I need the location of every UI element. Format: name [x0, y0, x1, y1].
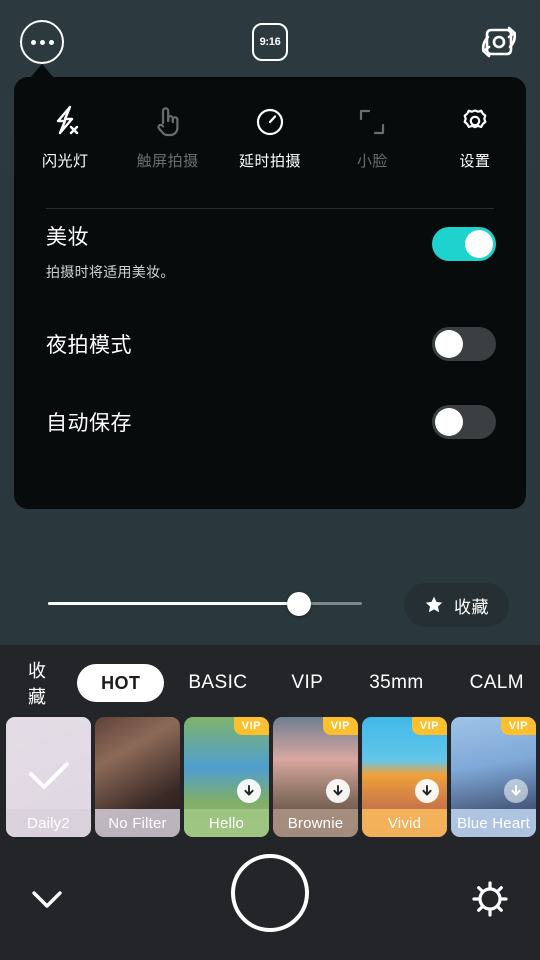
gear-icon[interactable]	[468, 877, 512, 921]
filter-name: Daily2	[6, 809, 91, 837]
download-icon[interactable]	[504, 779, 528, 803]
vip-badge: VIP	[322, 717, 358, 735]
tool-label: 触屏拍摄	[136, 153, 199, 170]
filter-name: No Filter	[95, 809, 180, 837]
tool-label: 设置	[459, 153, 491, 170]
top-bar: 9:16	[0, 0, 540, 84]
gear-icon	[456, 101, 494, 139]
favorites-label: 收藏	[454, 597, 489, 617]
shutter-button[interactable]	[231, 854, 309, 932]
filter-tile[interactable]: VIP Brownie	[273, 717, 358, 837]
flash-off-icon	[46, 101, 84, 139]
filter-name: Blue Heart	[451, 809, 536, 837]
filter-tile[interactable]: Daily2	[6, 717, 91, 837]
setting-title: 夜拍模式	[46, 334, 132, 357]
intensity-slider[interactable]	[48, 602, 362, 605]
setting-title: 自动保存	[46, 412, 132, 435]
tool-label: 延时拍摄	[239, 153, 302, 170]
filter-category-basic[interactable]: BASIC	[172, 664, 263, 702]
slider-handle[interactable]	[287, 592, 311, 616]
setting-row-autosave[interactable]: 自动保存	[14, 405, 526, 491]
filter-strip[interactable]: Daily2 No Filter VIP Hello VIP Brownie V…	[0, 717, 540, 837]
beauty-toggle[interactable]	[432, 227, 496, 261]
setting-title: 美妆	[46, 226, 89, 249]
vip-badge: VIP	[411, 717, 447, 735]
filter-name: Brownie	[273, 809, 358, 837]
filter-name: Hello	[184, 809, 269, 837]
setting-subtitle: 拍摄时将适用美妆。	[46, 264, 175, 280]
vip-badge: VIP	[233, 717, 269, 735]
camera-flip-icon[interactable]	[476, 20, 522, 64]
camera-app-screen: 9:16 闪光灯 触屏拍摄 延时拍摄 小脸 设置 美妆 拍摄时将适用美妆。 夜拍…	[0, 0, 540, 960]
vip-badge: VIP	[500, 717, 536, 735]
timer-icon	[251, 101, 289, 139]
tool-small-face[interactable]: 小脸	[321, 101, 423, 171]
touch-shoot-icon	[149, 101, 187, 139]
chevron-down-icon[interactable]	[26, 878, 68, 920]
tool-settings[interactable]: 设置	[424, 101, 526, 171]
filter-tile[interactable]: VIP Blue Heart	[451, 717, 536, 837]
autosave-toggle[interactable]	[432, 405, 496, 439]
small-face-icon	[353, 101, 391, 139]
filter-category-calm[interactable]: CALM	[454, 664, 540, 702]
filter-category-favorites[interactable]: 收藏	[12, 661, 73, 707]
options-panel: 闪光灯 触屏拍摄 延时拍摄 小脸 设置 美妆 拍摄时将适用美妆。 夜拍模式 自动…	[14, 77, 526, 509]
filter-tile[interactable]: VIP Vivid	[362, 717, 447, 837]
slider-fill	[48, 602, 300, 605]
filter-tile[interactable]: VIP Hello	[184, 717, 269, 837]
intensity-slider-bar: 收藏	[0, 578, 540, 630]
filter-categories: 收藏 HOT BASIC VIP 35mm CALM	[0, 659, 540, 707]
filter-category-vip[interactable]: VIP	[275, 664, 339, 702]
download-icon[interactable]	[415, 779, 439, 803]
more-horizontal-icon[interactable]	[20, 20, 64, 64]
check-icon	[28, 762, 69, 789]
favorites-button[interactable]: 收藏	[404, 583, 509, 627]
panel-pointer	[30, 64, 54, 78]
filter-category-35mm[interactable]: 35mm	[353, 664, 439, 702]
setting-row-night[interactable]: 夜拍模式	[14, 327, 526, 413]
tool-label: 小脸	[356, 153, 388, 170]
camera-controls	[0, 850, 540, 960]
filter-name: Vivid	[362, 809, 447, 837]
night-mode-toggle[interactable]	[432, 327, 496, 361]
tool-touch-shoot[interactable]: 触屏拍摄	[116, 101, 218, 171]
star-icon	[425, 596, 443, 613]
settings-list: 美妆 拍摄时将适用美妆。 夜拍模式 自动保存	[14, 227, 526, 491]
aspect-ratio-badge[interactable]: 9:16	[252, 23, 288, 61]
tool-label: 闪光灯	[41, 153, 89, 170]
aspect-ratio-label: 9:16	[259, 36, 281, 48]
tool-timer[interactable]: 延时拍摄	[219, 101, 321, 171]
tool-flash[interactable]: 闪光灯	[14, 101, 116, 171]
download-icon[interactable]	[237, 779, 261, 803]
tool-row: 闪光灯 触屏拍摄 延时拍摄 小脸 设置	[14, 101, 526, 171]
panel-divider	[46, 208, 494, 209]
bottom-panel: 收藏 HOT BASIC VIP 35mm CALM Daily2 No Fil…	[0, 645, 540, 960]
filter-category-hot[interactable]: HOT	[77, 664, 165, 702]
filter-tile[interactable]: No Filter	[95, 717, 180, 837]
download-icon[interactable]	[326, 779, 350, 803]
setting-row-beauty[interactable]: 美妆 拍摄时将适用美妆。	[14, 227, 526, 335]
